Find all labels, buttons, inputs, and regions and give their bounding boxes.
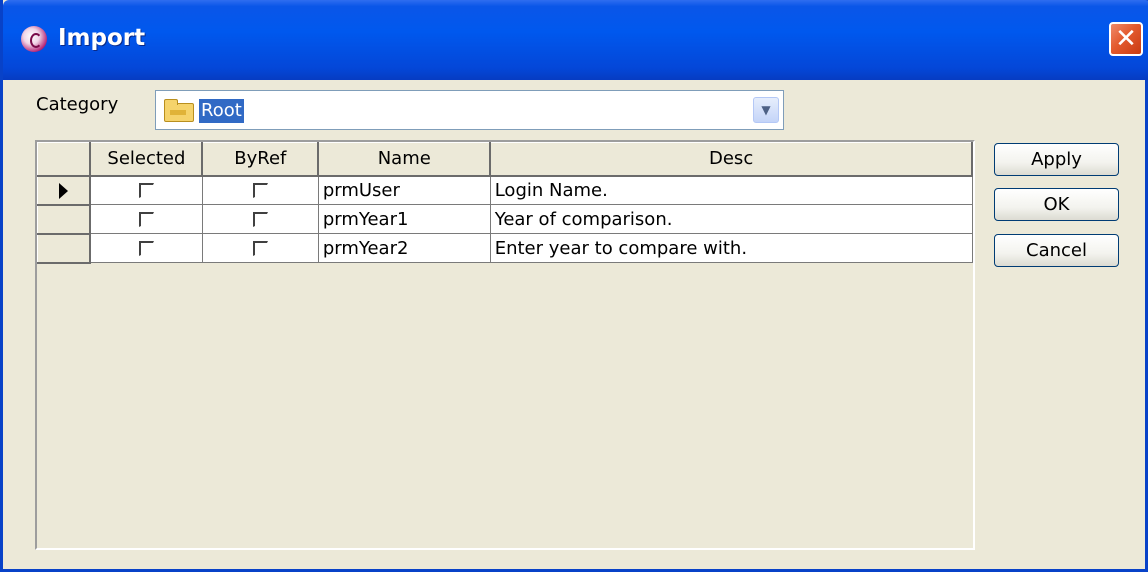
parameters-table: Selected ByRef Name Desc prmUser Login N… — [37, 142, 973, 264]
table-row[interactable]: prmYear2 Enter year to compare with. — [37, 233, 973, 264]
column-header-selected[interactable]: Selected — [89, 142, 204, 177]
row-selector[interactable] — [37, 233, 92, 264]
byref-cell — [202, 233, 319, 263]
table-row[interactable]: prmUser Login Name. — [37, 175, 973, 206]
desc-cell[interactable]: Year of comparison. — [490, 204, 973, 234]
selected-checkbox[interactable] — [139, 183, 155, 199]
byref-checkbox[interactable] — [252, 183, 268, 199]
name-cell[interactable]: prmUser — [318, 175, 491, 205]
table-row[interactable]: prmYear1 Year of comparison. — [37, 204, 973, 235]
category-value: Root — [199, 99, 244, 123]
app-icon — [21, 26, 47, 52]
folder-icon — [164, 99, 194, 122]
ok-button[interactable]: OK — [994, 188, 1119, 221]
category-label: Category — [36, 94, 119, 115]
header-row: Selected ByRef Name Desc — [37, 142, 973, 177]
parameters-grid[interactable]: Selected ByRef Name Desc prmUser Login N… — [35, 140, 975, 550]
current-row-arrow-icon — [59, 182, 69, 199]
byref-cell — [202, 204, 319, 234]
column-header-name[interactable]: Name — [317, 142, 492, 177]
chevron-down-icon[interactable]: ▼ — [753, 97, 779, 123]
selected-cell — [90, 204, 203, 234]
close-button[interactable]: ✕ — [1109, 22, 1143, 56]
column-header-byref[interactable]: ByRef — [201, 142, 320, 177]
category-dropdown[interactable]: Root ▼ — [155, 90, 784, 130]
selected-cell — [90, 233, 203, 263]
desc-cell[interactable]: Login Name. — [490, 175, 973, 205]
row-selector[interactable] — [37, 175, 92, 206]
name-cell[interactable]: prmYear2 — [318, 233, 491, 263]
import-dialog: Import ✕ Category Root ▼ Selected ByRef … — [0, 0, 1148, 572]
selected-checkbox[interactable] — [139, 212, 155, 227]
desc-cell[interactable]: Enter year to compare with. — [490, 233, 973, 263]
header-corner — [37, 142, 92, 177]
name-cell[interactable]: prmYear1 — [318, 204, 491, 234]
byref-checkbox[interactable] — [252, 241, 268, 256]
selected-cell — [90, 175, 203, 205]
title-bar[interactable]: Import ✕ — [3, 0, 1148, 80]
byref-checkbox[interactable] — [252, 212, 268, 227]
apply-button[interactable]: Apply — [994, 143, 1119, 176]
byref-cell — [202, 175, 319, 205]
column-header-desc[interactable]: Desc — [489, 142, 973, 177]
cancel-button[interactable]: Cancel — [994, 234, 1119, 267]
window-title: Import — [58, 25, 146, 51]
selected-checkbox[interactable] — [139, 241, 155, 256]
row-selector[interactable] — [37, 204, 92, 235]
